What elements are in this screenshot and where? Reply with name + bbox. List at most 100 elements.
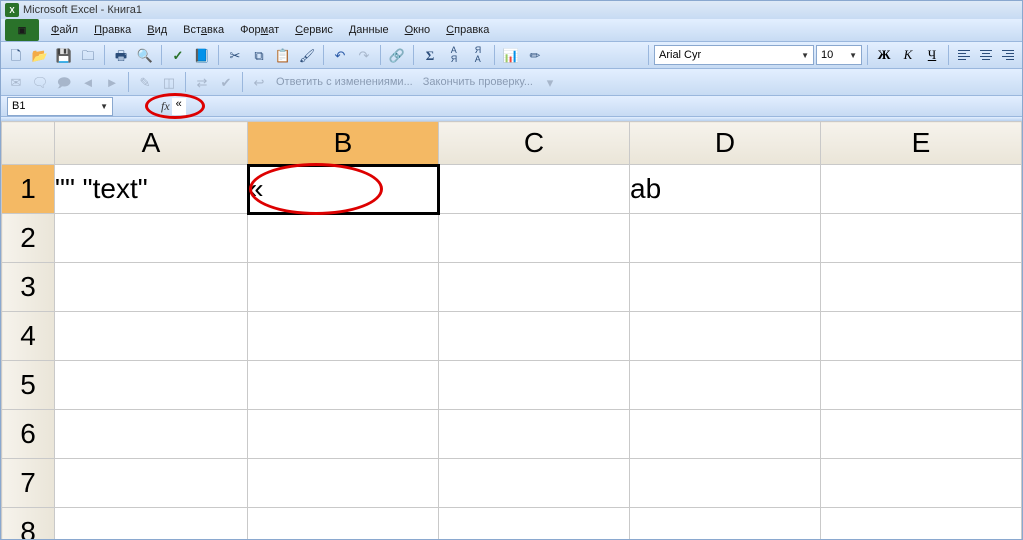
cell-A7[interactable] bbox=[55, 459, 248, 508]
row-header-4[interactable]: 4 bbox=[2, 312, 55, 361]
cell-C8[interactable] bbox=[439, 508, 630, 540]
menu-insert[interactable]: Вставка bbox=[175, 22, 232, 38]
menu-view[interactable]: Вид bbox=[139, 22, 175, 38]
drawing-icon[interactable]: ✏ bbox=[524, 44, 546, 66]
sort-desc-icon[interactable]: ЯА bbox=[467, 44, 489, 66]
cell-E3[interactable] bbox=[821, 263, 1022, 312]
menu-help[interactable]: Справка bbox=[438, 22, 497, 38]
reply-with-changes-label[interactable]: Ответить с изменениями... bbox=[272, 76, 417, 88]
cell-C3[interactable] bbox=[439, 263, 630, 312]
menu-window[interactable]: Окно bbox=[397, 22, 439, 38]
cell-A2[interactable] bbox=[55, 214, 248, 263]
open-icon[interactable]: 📂 bbox=[29, 44, 51, 66]
toolbar-options-icon[interactable]: ▾ bbox=[539, 71, 561, 93]
cell-C5[interactable] bbox=[439, 361, 630, 410]
cell-D8[interactable] bbox=[630, 508, 821, 540]
cell-E2[interactable] bbox=[821, 214, 1022, 263]
cell-B2[interactable] bbox=[248, 214, 439, 263]
row-header-5[interactable]: 5 bbox=[2, 361, 55, 410]
cell-E7[interactable] bbox=[821, 459, 1022, 508]
worksheet-grid[interactable]: A B C D E 1 "" "text" « ab 2 3 4 5 6 7 8 bbox=[1, 121, 1022, 540]
save-icon[interactable]: 💾 bbox=[53, 44, 75, 66]
ink-erase-icon[interactable]: ◫ bbox=[158, 71, 180, 93]
row-header-6[interactable]: 6 bbox=[2, 410, 55, 459]
menu-service[interactable]: Сервис bbox=[287, 22, 341, 38]
row-header-2[interactable]: 2 bbox=[2, 214, 55, 263]
accept-change-icon[interactable]: ✔ bbox=[215, 71, 237, 93]
cell-C4[interactable] bbox=[439, 312, 630, 361]
col-header-A[interactable]: A bbox=[55, 122, 248, 165]
next-comment-icon[interactable]: ► bbox=[101, 71, 123, 93]
paste-icon[interactable]: 📋 bbox=[272, 44, 294, 66]
align-center-button[interactable] bbox=[976, 45, 996, 65]
track-changes-icon[interactable]: ⇄ bbox=[191, 71, 213, 93]
formula-bar-input[interactable]: « bbox=[172, 98, 186, 115]
select-all-corner[interactable] bbox=[2, 122, 55, 165]
col-header-C[interactable]: C bbox=[439, 122, 630, 165]
sort-asc-icon[interactable]: АЯ bbox=[443, 44, 465, 66]
print-icon[interactable]: 🖶 bbox=[110, 44, 132, 66]
cell-B5[interactable] bbox=[248, 361, 439, 410]
row-header-1[interactable]: 1 bbox=[2, 165, 55, 214]
menu-file[interactable]: Файл bbox=[43, 22, 86, 38]
print-preview-icon[interactable]: 🔍 bbox=[134, 44, 156, 66]
cell-D1[interactable]: ab bbox=[630, 165, 821, 214]
copy-icon[interactable]: ⧉ bbox=[248, 44, 270, 66]
cell-B8[interactable] bbox=[248, 508, 439, 540]
cell-E8[interactable] bbox=[821, 508, 1022, 540]
col-header-B[interactable]: B bbox=[248, 122, 439, 165]
cell-A1[interactable]: "" "text" bbox=[55, 165, 248, 214]
hyperlink-icon[interactable]: 🔗 bbox=[386, 44, 408, 66]
autosum-icon[interactable]: Σ bbox=[419, 44, 441, 66]
cell-A3[interactable] bbox=[55, 263, 248, 312]
cell-E5[interactable] bbox=[821, 361, 1022, 410]
col-header-E[interactable]: E bbox=[821, 122, 1022, 165]
end-review-label[interactable]: Закончить проверку... bbox=[419, 76, 537, 88]
font-name-select[interactable]: Arial Cyr ▼ bbox=[654, 45, 814, 65]
cell-B4[interactable] bbox=[248, 312, 439, 361]
cell-A6[interactable] bbox=[55, 410, 248, 459]
show-comment-icon[interactable]: 🗩 bbox=[53, 71, 75, 93]
cell-D7[interactable] bbox=[630, 459, 821, 508]
cell-B1[interactable]: « bbox=[248, 165, 439, 214]
cell-B6[interactable] bbox=[248, 410, 439, 459]
chart-wizard-icon[interactable]: 📊 bbox=[500, 44, 522, 66]
cell-A4[interactable] bbox=[55, 312, 248, 361]
format-painter-icon[interactable]: 🖌 bbox=[296, 44, 318, 66]
cell-C1[interactable] bbox=[439, 165, 630, 214]
row-header-8[interactable]: 8 bbox=[2, 508, 55, 540]
cell-C2[interactable] bbox=[439, 214, 630, 263]
cell-D4[interactable] bbox=[630, 312, 821, 361]
undo-icon[interactable]: ↶ bbox=[329, 44, 351, 66]
ink-icon[interactable]: ✎ bbox=[134, 71, 156, 93]
cell-B3[interactable] bbox=[248, 263, 439, 312]
cell-D3[interactable] bbox=[630, 263, 821, 312]
cut-icon[interactable]: ✂ bbox=[224, 44, 246, 66]
permissions-icon[interactable]: 🗀 bbox=[77, 44, 99, 66]
row-header-3[interactable]: 3 bbox=[2, 263, 55, 312]
cell-B7[interactable] bbox=[248, 459, 439, 508]
cell-D2[interactable] bbox=[630, 214, 821, 263]
cell-D6[interactable] bbox=[630, 410, 821, 459]
fx-icon[interactable]: fx bbox=[161, 99, 172, 114]
reply-icon[interactable]: ↩ bbox=[248, 71, 270, 93]
insert-comment-icon[interactable]: 🗨 bbox=[29, 71, 51, 93]
bold-button[interactable]: Ж bbox=[873, 44, 895, 66]
cell-E4[interactable] bbox=[821, 312, 1022, 361]
menu-format[interactable]: Формат bbox=[232, 22, 287, 38]
cell-C6[interactable] bbox=[439, 410, 630, 459]
col-header-D[interactable]: D bbox=[630, 122, 821, 165]
menu-data[interactable]: Данные bbox=[341, 22, 397, 38]
font-size-select[interactable]: 10 ▼ bbox=[816, 45, 862, 65]
cell-A8[interactable] bbox=[55, 508, 248, 540]
cell-E6[interactable] bbox=[821, 410, 1022, 459]
research-icon[interactable]: 📘 bbox=[191, 44, 213, 66]
mail-icon[interactable]: ✉ bbox=[5, 71, 27, 93]
cell-A5[interactable] bbox=[55, 361, 248, 410]
menu-edit[interactable]: Правка bbox=[86, 22, 139, 38]
spellcheck-icon[interactable]: ✓ bbox=[167, 44, 189, 66]
cell-E1[interactable] bbox=[821, 165, 1022, 214]
new-doc-icon[interactable]: 🗋 bbox=[5, 44, 27, 66]
prev-comment-icon[interactable]: ◄ bbox=[77, 71, 99, 93]
cell-C7[interactable] bbox=[439, 459, 630, 508]
